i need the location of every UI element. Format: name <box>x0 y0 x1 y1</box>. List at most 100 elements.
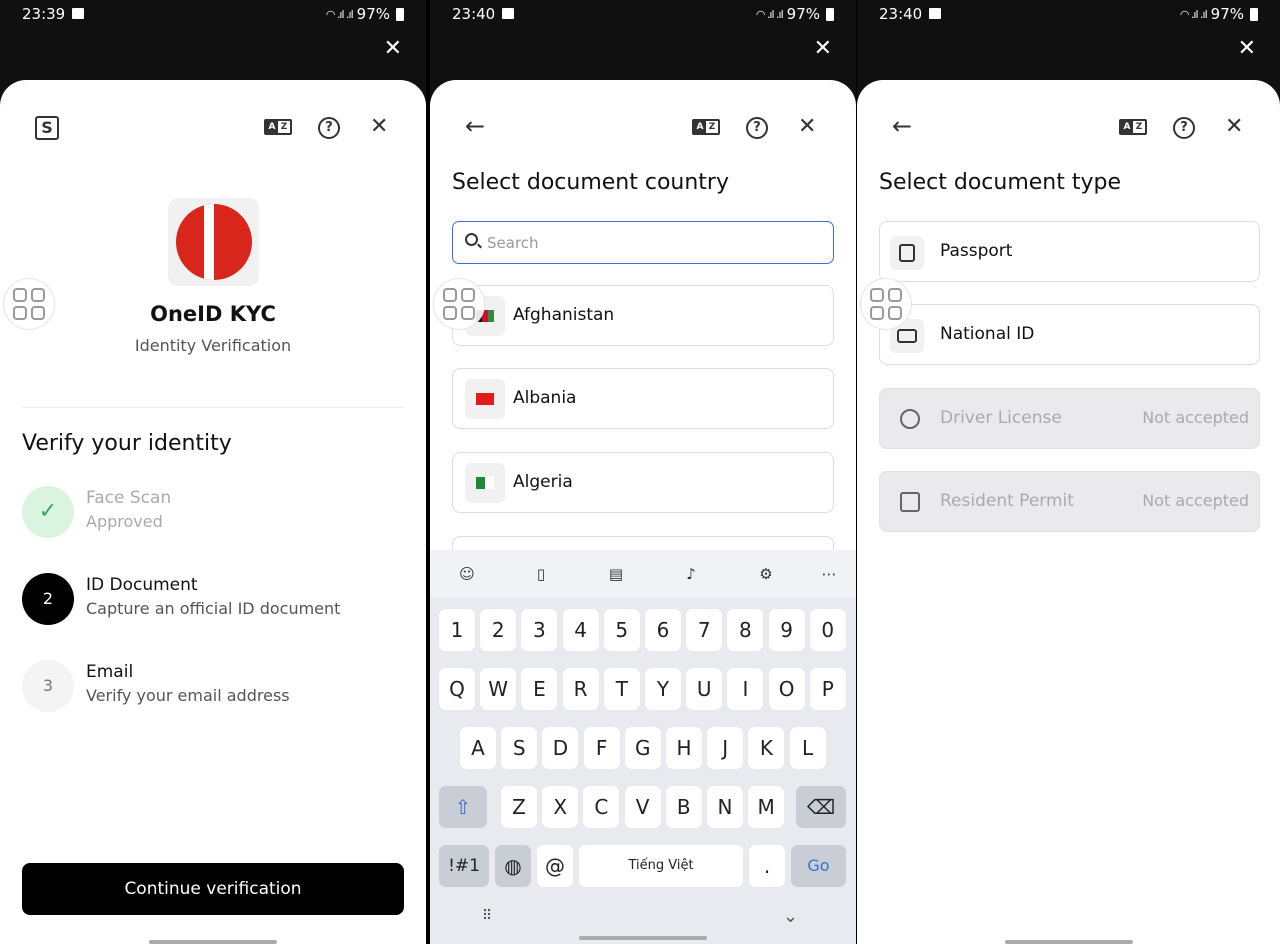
close-icon[interactable]: ✕ <box>384 36 402 61</box>
language-icon[interactable]: AZ <box>692 119 720 135</box>
status-icons: ◠ .ıl .ıl 97% <box>756 5 834 23</box>
back-arrow-icon[interactable]: ← <box>892 114 912 138</box>
key-w[interactable]: W <box>480 668 517 710</box>
at-key[interactable]: @ <box>537 845 573 887</box>
key-d[interactable]: D <box>542 727 579 769</box>
key-7[interactable]: 7 <box>686 609 723 651</box>
document-option-national-id[interactable]: National ID <box>879 304 1260 365</box>
key-h[interactable]: H <box>666 727 702 769</box>
key-2[interactable]: 2 <box>480 609 517 651</box>
shift-key[interactable]: ⇧ <box>439 786 487 828</box>
key-z[interactable]: Z <box>501 786 537 828</box>
key-8[interactable]: 8 <box>727 609 764 651</box>
key-j[interactable]: J <box>707 727 744 769</box>
image-notification-icon <box>72 8 84 19</box>
battery-icon <box>1250 7 1258 21</box>
key-5[interactable]: 5 <box>603 609 640 651</box>
key-s[interactable]: S <box>501 727 538 769</box>
globe-icon: ◍ <box>504 854 522 878</box>
clipboard-icon[interactable]: ▯ <box>529 562 553 586</box>
more-options-icon[interactable]: ⋯ <box>817 562 841 586</box>
language-icon[interactable]: AZ <box>1119 119 1147 135</box>
status-time: 23:40 <box>879 5 923 23</box>
key-t[interactable]: T <box>603 668 640 710</box>
step-number: 3 <box>22 660 74 712</box>
key-c[interactable]: C <box>583 786 620 828</box>
home-indicator <box>1005 940 1133 944</box>
key-0[interactable]: 0 <box>809 609 846 651</box>
close-icon[interactable]: ✕ <box>1238 36 1256 61</box>
close-icon[interactable]: ✕ <box>814 36 832 61</box>
step-subtitle: Verify your email address <box>86 686 290 705</box>
settings-gear-icon[interactable]: ⚙ <box>754 562 778 586</box>
period-key[interactable]: . <box>749 845 785 887</box>
keyboard-hide-chevron-icon[interactable]: ⌄ <box>783 906 798 927</box>
close-icon[interactable]: ✕ <box>1225 116 1243 138</box>
key-y[interactable]: Y <box>645 668 681 710</box>
symbols-key[interactable]: !#1 <box>439 845 489 887</box>
key-p[interactable]: P <box>809 668 846 710</box>
step-number: 2 <box>22 573 74 625</box>
language-icon[interactable]: AZ <box>264 119 292 135</box>
space-key[interactable]: Tiếng Việt <box>579 845 743 887</box>
keyboard-mode-icon[interactable]: ▤ <box>604 562 628 586</box>
close-icon[interactable]: ✕ <box>798 116 816 138</box>
key-6[interactable]: 6 <box>645 609 681 651</box>
floating-apps-icon[interactable] <box>433 278 485 330</box>
passport-icon <box>890 236 924 270</box>
bottom-sheet: S AZ ? ✕ OneID KYC Identity Verification… <box>0 80 426 944</box>
key-u[interactable]: U <box>686 668 723 710</box>
not-accepted-label: Not accepted <box>1142 491 1249 510</box>
globe-key[interactable]: ◍ <box>495 845 531 887</box>
key-e[interactable]: E <box>521 668 558 710</box>
key-3[interactable]: 3 <box>521 609 558 651</box>
key-m[interactable]: M <box>748 786 785 828</box>
sumsub-logo-icon: S <box>35 116 59 140</box>
continue-verification-button[interactable]: Continue verification <box>22 863 404 915</box>
document-name: Resident Permit <box>940 491 1074 511</box>
key-n[interactable]: N <box>707 786 743 828</box>
floating-apps-icon[interactable] <box>860 278 912 330</box>
key-v[interactable]: V <box>624 786 661 828</box>
search-input[interactable] <box>487 230 787 256</box>
key-i[interactable]: I <box>727 668 764 710</box>
country-name: Afghanistan <box>513 305 615 325</box>
document-option-passport[interactable]: Passport <box>879 221 1260 282</box>
divider <box>22 407 404 408</box>
key-a[interactable]: A <box>460 727 496 769</box>
app-logo <box>168 198 259 286</box>
backspace-key[interactable]: ⌫ <box>796 786 846 828</box>
key-9[interactable]: 9 <box>768 609 805 651</box>
search-box <box>452 221 834 264</box>
page-title: Select document country <box>452 170 729 195</box>
key-b[interactable]: B <box>665 786 702 828</box>
keyboard-toolbar: ☺ ▯ ▤ ♪ ⚙ ⋯ <box>430 550 856 598</box>
battery-percent: 97% <box>786 5 820 23</box>
key-k[interactable]: K <box>748 727 785 769</box>
country-name: Algeria <box>513 472 573 492</box>
key-l[interactable]: L <box>789 727 826 769</box>
country-item[interactable]: Afghanistan <box>452 285 834 346</box>
country-item[interactable]: Albania <box>452 368 834 429</box>
key-f[interactable]: F <box>583 727 620 769</box>
help-icon[interactable]: ? <box>318 117 340 139</box>
close-icon[interactable]: ✕ <box>370 116 388 138</box>
country-item[interactable]: Algeria <box>452 452 834 513</box>
key-4[interactable]: 4 <box>562 609 599 651</box>
keyboard-switch-icon[interactable]: ⠿ <box>482 908 492 924</box>
key-1[interactable]: 1 <box>439 609 475 651</box>
key-q[interactable]: Q <box>439 668 475 710</box>
key-g[interactable]: G <box>624 727 661 769</box>
emoji-icon[interactable]: ☺ <box>455 562 479 586</box>
key-r[interactable]: R <box>562 668 599 710</box>
key-x[interactable]: X <box>542 786 579 828</box>
back-arrow-icon[interactable]: ← <box>465 114 485 138</box>
microphone-icon[interactable]: ♪ <box>679 562 703 586</box>
help-icon[interactable]: ? <box>746 117 768 139</box>
floating-apps-icon[interactable] <box>3 278 55 330</box>
shift-icon: ⇧ <box>454 795 472 819</box>
go-key[interactable]: Go <box>791 845 846 887</box>
step-subtitle: Approved <box>86 512 163 531</box>
help-icon[interactable]: ? <box>1173 117 1195 139</box>
key-o[interactable]: O <box>768 668 805 710</box>
